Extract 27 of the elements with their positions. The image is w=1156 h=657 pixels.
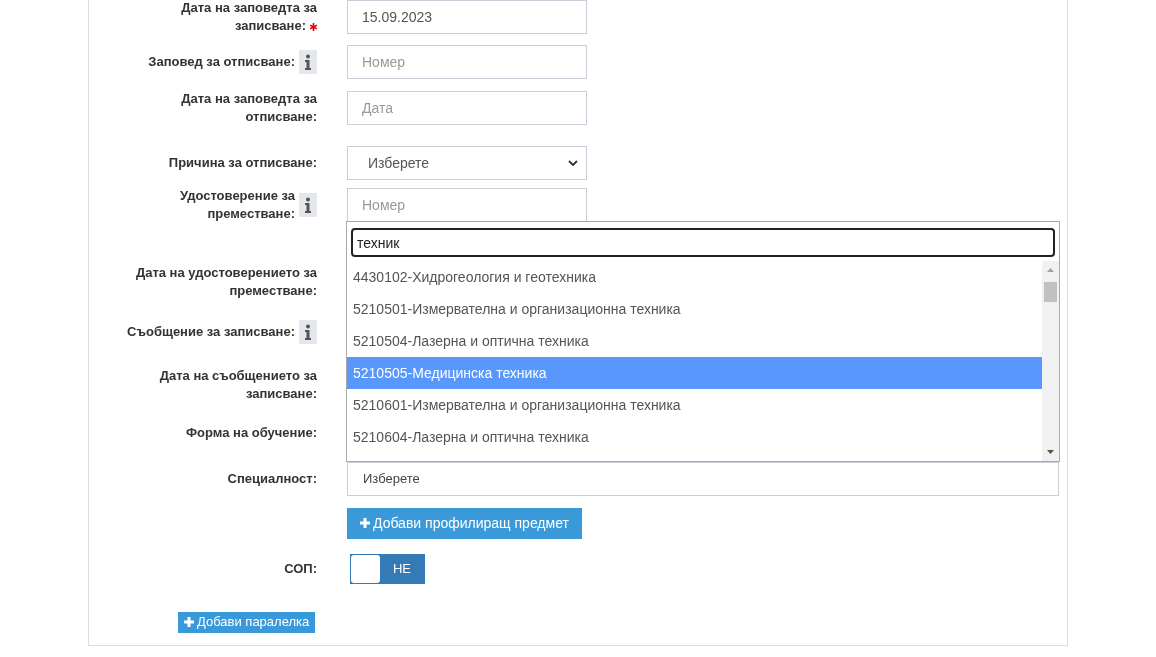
field-label: Причина за отписване: [168, 153, 317, 172]
dropdown-option[interactable]: 5210604-Лазерна и оптична техника [347, 421, 1042, 453]
toggle-switch[interactable]: НЕ [350, 554, 425, 584]
dropdown-option[interactable]: 5210501-Измервателна и организационна техника [347, 293, 1042, 325]
field-label: Удостоверение за преместване: [178, 186, 295, 223]
plus-icon [360, 518, 370, 528]
plus-icon [184, 617, 194, 627]
select-field[interactable]: Изберете [347, 462, 1059, 496]
search-field[interactable]: техник [351, 228, 1055, 257]
field-label: СОП: [284, 559, 317, 578]
chevron-down-icon [568, 160, 578, 166]
dropdown-option[interactable]: 5210601-Измервателна и организационна техника [347, 389, 1042, 421]
select-field[interactable]: Изберете [347, 146, 587, 180]
field-label: Дата на заповедта за записване: [180, 0, 317, 35]
text-field[interactable]: Номер [347, 188, 587, 222]
field-label: Дата на заповедта за отписване: [180, 89, 317, 126]
text-field[interactable]: Номер [347, 45, 587, 79]
field-label: Съобщение за записване: [127, 322, 295, 341]
text-field[interactable]: 15.09.2023 [347, 0, 587, 34]
dropdown-option[interactable]: 4430102-Хидрогеология и геотехника [347, 261, 1042, 293]
field-label: Дата на удостоверението за преместване: [134, 263, 317, 300]
field-label: Специалност: [227, 469, 317, 488]
field-label: Дата на съобщението за записване: [158, 366, 317, 403]
field-label: Заповед за отписване: [148, 52, 295, 71]
field-label: Форма на обучение: [186, 423, 317, 442]
text-field[interactable]: Дата [347, 91, 587, 125]
dropdown-option[interactable]: 5210504-Лазерна и оптична техника [347, 325, 1042, 357]
